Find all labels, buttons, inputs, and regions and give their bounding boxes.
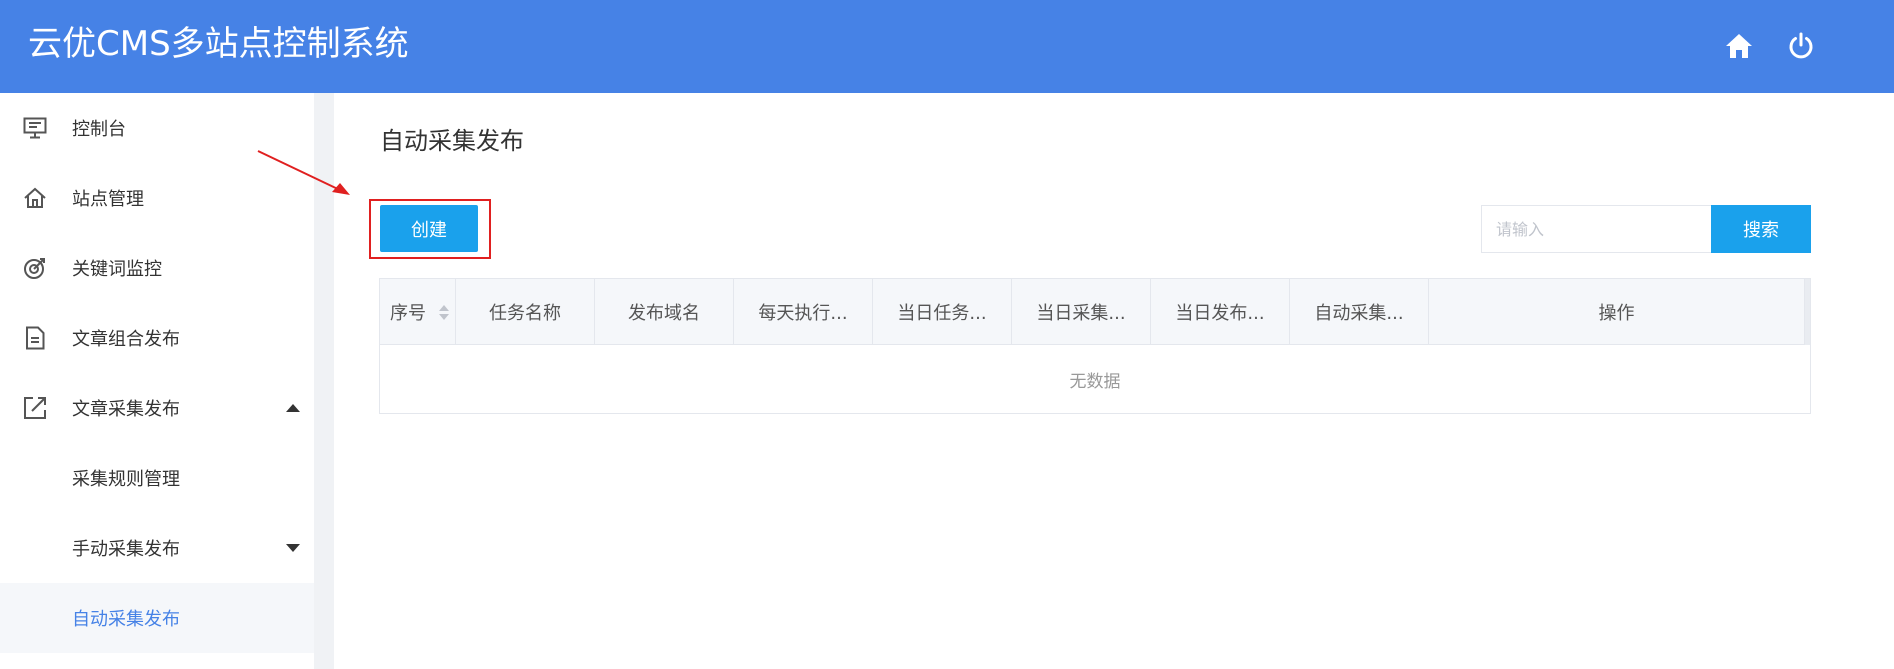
sidebar-item-keyword-monitor[interactable]: 关键词监控	[0, 233, 314, 303]
search-button[interactable]: 搜索	[1711, 205, 1811, 253]
sidebar-item-auto-collect[interactable]: 自动采集发布	[0, 583, 314, 653]
sidebar-item-label: 自动采集发布	[72, 609, 180, 630]
sort-icon[interactable]	[439, 305, 449, 321]
external-link-icon	[22, 395, 48, 421]
column-header-label: 每天执行...	[758, 303, 848, 324]
column-header-domain: 发布域名	[595, 279, 734, 345]
target-icon	[22, 255, 48, 281]
sidebar-item-label: 站点管理	[72, 189, 144, 210]
monitor-icon	[22, 115, 48, 141]
table-header: 序号 任务名称 发布域名 每天执行... 当日任务... 当日采集... 当日发…	[380, 279, 1810, 345]
column-header-task-name: 任务名称	[456, 279, 595, 345]
column-header-label: 当日发布...	[1175, 303, 1265, 324]
column-header-today-collect: 当日采集...	[1012, 279, 1151, 345]
sidebar-item-article-collect[interactable]: 文章采集发布	[0, 373, 314, 443]
column-header-label: 当日任务...	[897, 303, 987, 324]
app-title: 云优CMS多站点控制系统	[28, 24, 409, 64]
column-header-label: 当日采集...	[1036, 303, 1126, 324]
column-header-label: 序号	[390, 303, 426, 324]
empty-state: 无数据	[1069, 371, 1121, 392]
home-icon[interactable]	[1722, 29, 1756, 63]
search-input[interactable]	[1481, 205, 1711, 253]
sidebar-item-collect-rules[interactable]: 采集规则管理	[0, 443, 314, 513]
top-header: 云优CMS多站点控制系统	[0, 0, 1894, 93]
sidebar-item-label: 文章组合发布	[72, 329, 180, 350]
caret-up-icon	[286, 404, 300, 412]
task-table: 序号 任务名称 发布域名 每天执行... 当日任务... 当日采集... 当日发…	[379, 278, 1811, 414]
home-outline-icon	[22, 185, 48, 211]
column-header-label: 操作	[1598, 303, 1635, 324]
power-icon[interactable]	[1784, 29, 1818, 63]
sidebar-item-label: 手动采集发布	[72, 539, 180, 560]
sidebar-item-manual-collect[interactable]: 手动采集发布	[0, 513, 314, 583]
sidebar-item-label: 采集规则管理	[72, 469, 180, 490]
column-header-label: 自动采集...	[1314, 303, 1404, 324]
column-header-label: 任务名称	[489, 303, 561, 324]
sidebar-item-article-combine[interactable]: 文章组合发布	[0, 303, 314, 373]
column-header-today-publish: 当日发布...	[1151, 279, 1290, 345]
page-title: 自动采集发布	[380, 127, 524, 155]
column-header-today-task: 当日任务...	[873, 279, 1012, 345]
document-icon	[22, 325, 48, 351]
annotation-arrow	[257, 150, 350, 195]
sidebar-item-label: 控制台	[72, 119, 126, 140]
column-header-daily-run: 每天执行...	[734, 279, 873, 345]
sidebar-item-label: 文章采集发布	[72, 399, 180, 420]
caret-down-icon	[286, 544, 300, 552]
table-scroll-gutter	[1805, 279, 1810, 345]
sidebar-item-label: 关键词监控	[72, 259, 162, 280]
column-header-auto-collect: 自动采集...	[1290, 279, 1429, 345]
column-header-index[interactable]: 序号	[380, 279, 456, 345]
create-button[interactable]: 创建	[380, 205, 478, 252]
column-header-label: 发布域名	[628, 303, 700, 324]
column-header-actions: 操作	[1429, 279, 1805, 345]
